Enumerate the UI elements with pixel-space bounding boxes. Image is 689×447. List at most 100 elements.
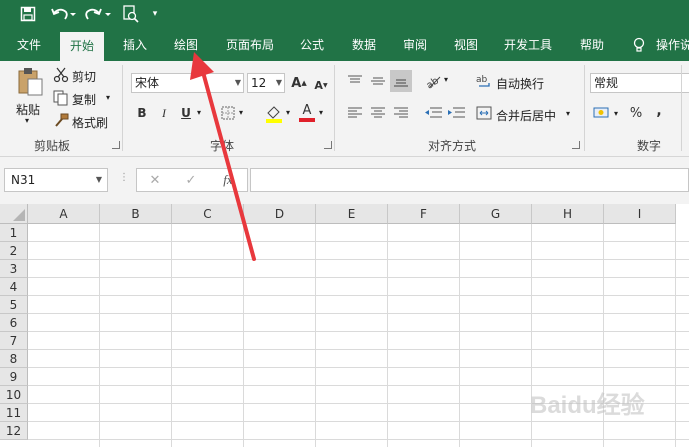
column-header[interactable]: A (28, 204, 100, 224)
row-header[interactable]: 6 (0, 314, 28, 332)
quick-access-toolbar: ▾ (0, 0, 689, 29)
row-header[interactable]: 9 (0, 368, 28, 386)
align-center-icon[interactable] (370, 105, 386, 121)
font-color-button[interactable]: A (298, 103, 316, 123)
name-box[interactable]: N31 ▼ (4, 168, 108, 192)
italic-button[interactable]: I (157, 105, 171, 121)
number-format-value: 常规 (594, 76, 619, 90)
row-header[interactable]: 4 (0, 278, 28, 296)
orientation-dropdown[interactable]: ▾ (444, 75, 448, 84)
align-right-icon[interactable] (393, 105, 409, 121)
formula-bar-grip[interactable]: ⋮ (119, 172, 129, 183)
shrink-font-button[interactable]: A ▼ (313, 76, 329, 94)
row-gridline (28, 367, 689, 368)
column-header[interactable]: F (388, 204, 460, 224)
borders-icon[interactable] (220, 105, 236, 121)
alignment-launcher[interactable] (572, 141, 580, 149)
clipboard-launcher[interactable] (112, 141, 120, 149)
ribbon-home: 粘贴 ▾ 剪切 复制 ▾ 格式刷 剪贴板 宋体 ▼ 12 ▼ A ▲ A ▼ B I U… (0, 61, 689, 157)
enter-icon[interactable]: ✓ (183, 172, 199, 188)
cut-button[interactable]: 剪切 (72, 68, 96, 85)
wrap-text-button[interactable]: 自动换行 (496, 75, 544, 92)
underline-dropdown[interactable]: ▾ (197, 108, 201, 117)
font-color-dropdown[interactable]: ▾ (319, 108, 323, 117)
underline-button[interactable]: U (179, 105, 193, 121)
save-icon[interactable] (18, 4, 38, 24)
undo-icon[interactable] (49, 4, 77, 24)
font-name-combo[interactable]: 宋体 ▼ (131, 73, 244, 93)
number-format-combo[interactable]: 常规 (590, 73, 689, 93)
increase-indent-icon[interactable] (447, 105, 465, 121)
font-launcher[interactable] (324, 141, 332, 149)
tab-file[interactable]: 文件 (17, 29, 41, 61)
print-preview-icon[interactable] (119, 4, 141, 24)
tab-draw[interactable]: 绘图 (174, 29, 198, 61)
row-header[interactable]: 11 (0, 404, 28, 422)
bold-button[interactable]: B (135, 105, 149, 121)
shrink-font-glyph: A (314, 78, 323, 92)
paste-icon[interactable] (14, 67, 46, 97)
row-header[interactable]: 12 (0, 422, 28, 440)
fill-color-icon[interactable] (265, 104, 283, 124)
column-header[interactable]: G (460, 204, 532, 224)
column-gridline (171, 224, 172, 447)
column-header[interactable]: I (604, 204, 676, 224)
grow-font-button[interactable]: A ▲ (291, 74, 307, 92)
comma-style-button[interactable]: , (653, 103, 665, 119)
orientation-icon[interactable]: ab (424, 72, 442, 90)
chevron-down-icon: ▼ (95, 175, 102, 184)
row-header[interactable]: 2 (0, 242, 28, 260)
copy-dropdown[interactable]: ▾ (106, 93, 110, 102)
align-left-icon[interactable] (347, 105, 363, 121)
middle-align-icon[interactable] (370, 73, 386, 89)
row-header[interactable]: 3 (0, 260, 28, 278)
accounting-dropdown[interactable]: ▾ (614, 109, 618, 118)
tab-insert[interactable]: 插入 (123, 29, 147, 61)
row-header[interactable]: 7 (0, 332, 28, 350)
svg-text:ab: ab (425, 75, 442, 89)
tab-formulas[interactable]: 公式 (300, 29, 324, 61)
row-header[interactable]: 5 (0, 296, 28, 314)
font-size-combo[interactable]: 12 ▼ (247, 73, 285, 93)
redo-icon[interactable] (84, 4, 112, 24)
tab-page-layout[interactable]: 页面布局 (226, 29, 274, 61)
tell-me-search[interactable]: 操作说 (632, 29, 689, 61)
row-header[interactable]: 10 (0, 386, 28, 404)
cancel-icon[interactable]: ✕ (147, 172, 163, 188)
percent-style-button[interactable]: % (628, 105, 644, 121)
column-header[interactable]: B (100, 204, 172, 224)
select-all-corner[interactable] (0, 204, 28, 224)
tab-review[interactable]: 审阅 (403, 29, 427, 61)
borders-dropdown[interactable]: ▾ (239, 108, 243, 117)
font-color-glyph: A (302, 103, 312, 118)
format-painter-button[interactable]: 格式刷 (72, 114, 108, 131)
insert-function-icon[interactable]: fx (219, 172, 237, 188)
tab-view[interactable]: 视图 (454, 29, 478, 61)
copy-icon (53, 90, 69, 106)
column-header[interactable]: E (316, 204, 388, 224)
top-align-icon[interactable] (347, 73, 363, 89)
row-header[interactable]: 1 (0, 224, 28, 242)
tab-data[interactable]: 数据 (352, 29, 376, 61)
merge-center-button[interactable]: 合并后居中 (496, 107, 556, 124)
tab-help[interactable]: 帮助 (580, 29, 604, 61)
column-header[interactable]: C (172, 204, 244, 224)
tab-home[interactable]: 开始 (60, 32, 105, 61)
grow-font-glyph: A (291, 75, 302, 91)
column-header[interactable]: H (532, 204, 604, 224)
column-gridline (387, 224, 388, 447)
row-gridline (28, 331, 689, 332)
fill-color-dropdown[interactable]: ▾ (286, 108, 290, 117)
formula-input[interactable] (250, 168, 689, 192)
merge-dropdown[interactable]: ▾ (566, 109, 570, 118)
paste-dropdown[interactable]: ▾ (25, 116, 29, 125)
decrease-indent-icon[interactable] (424, 105, 442, 121)
column-gridline (99, 224, 100, 447)
tab-developer[interactable]: 开发工具 (504, 29, 552, 61)
copy-button[interactable]: 复制 (72, 91, 96, 108)
accounting-format-icon[interactable] (593, 105, 611, 121)
row-header[interactable]: 8 (0, 350, 28, 368)
bottom-align-icon[interactable] (390, 70, 412, 92)
customize-icon[interactable]: ▾ (148, 4, 162, 24)
column-header[interactable]: D (244, 204, 316, 224)
